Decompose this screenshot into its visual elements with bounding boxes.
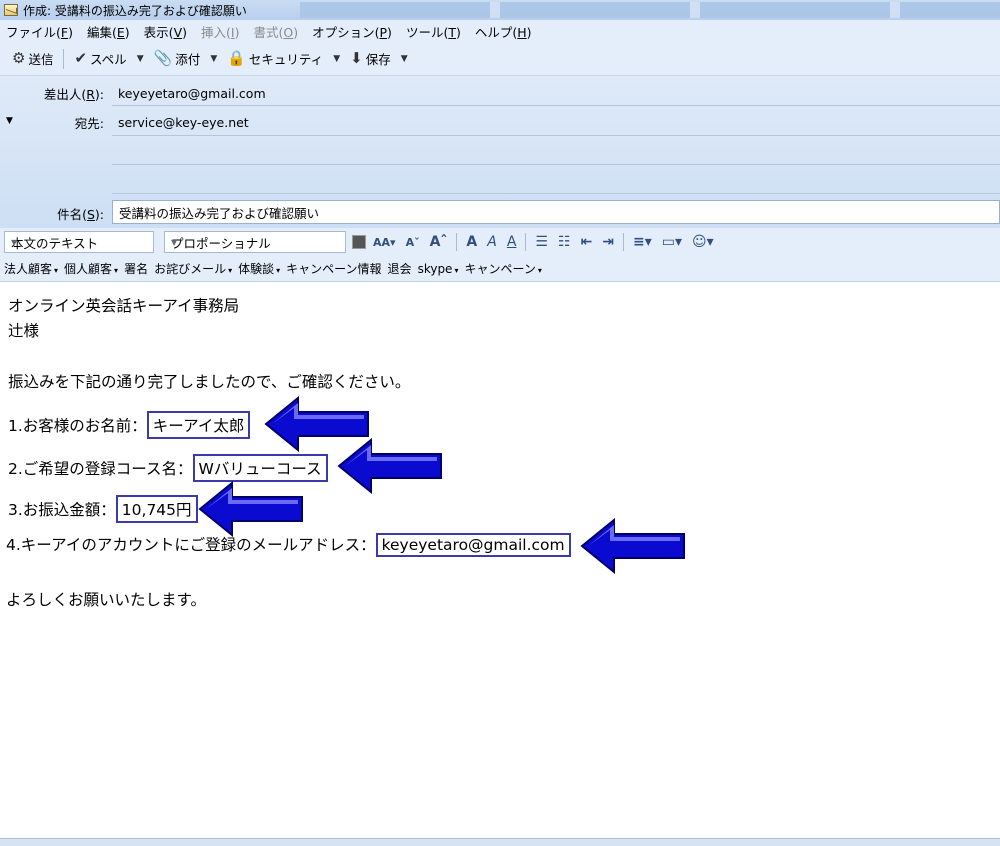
attach-dropdown-icon[interactable]: ▼ xyxy=(206,54,221,64)
send-button[interactable]: ⚙ 送信 xyxy=(6,46,59,72)
left-arrow-icon xyxy=(198,481,303,537)
italic-icon[interactable]: A xyxy=(484,235,500,249)
spell-dropdown-icon[interactable]: ▼ xyxy=(133,54,148,64)
snippet-corporate-customer[interactable]: 法人顧客 ▾ xyxy=(4,260,58,277)
font-size-icon[interactable]: AA▾ xyxy=(370,237,399,248)
bold-icon[interactable]: A xyxy=(463,235,480,249)
greeting-name: 辻様 xyxy=(8,322,40,340)
snippet-unsubscribe[interactable]: 退会 xyxy=(388,260,412,277)
title-bar: 作成: 受講料の振込み完了および確認願い xyxy=(0,0,1000,20)
highlight-box: keyeyetaro@gmail.com xyxy=(375,533,571,557)
attach-button[interactable]: 📎 添付 xyxy=(148,46,207,72)
highlight-box: キーアイ太郎 xyxy=(146,411,251,439)
chevron-down-icon: ▾ xyxy=(114,266,119,275)
lock-icon: 🔒 xyxy=(227,49,246,67)
greeting-company: オンライン英会話キーアイ事務局 xyxy=(8,297,240,315)
toolbar-separator xyxy=(63,48,65,69)
chevron-down-icon: ▾ xyxy=(54,266,59,275)
snippet-testimonial[interactable]: 体験談 ▾ xyxy=(238,260,280,277)
chevron-down-icon: ▾ xyxy=(228,266,233,275)
menu-insert[interactable]: 挿入(I) xyxy=(201,22,239,41)
menu-edit[interactable]: 編集(E) xyxy=(87,22,130,41)
menu-file[interactable]: ファイル(F) xyxy=(6,22,73,41)
chevron-down-icon: ▾ xyxy=(537,266,542,275)
format-separator xyxy=(623,233,625,251)
format-separator xyxy=(456,233,458,251)
left-arrow-icon xyxy=(580,518,685,574)
status-bar xyxy=(0,838,1000,846)
compose-icon xyxy=(4,4,18,16)
left-arrow-icon xyxy=(337,438,442,494)
from-label: 差出人(R): xyxy=(43,87,104,102)
chevron-down-icon: ▼ xyxy=(171,237,178,247)
smiley-icon[interactable]: ☺▾ xyxy=(689,235,717,249)
numbered-list-icon[interactable]: ☷ xyxy=(555,235,574,249)
menu-bar: ファイル(F) 編集(E) 表示(V) 挿入(I) 書式(O) オプション(P)… xyxy=(0,20,1000,42)
menu-help[interactable]: ヘルプ(H) xyxy=(475,22,532,41)
align-icon[interactable]: ≡▾ xyxy=(630,235,655,249)
send-icon: ⚙ xyxy=(12,49,26,67)
security-dropdown-icon[interactable]: ▼ xyxy=(329,54,344,64)
message-body[interactable]: オンライン英会話キーアイ事務局 辻様 振込みを下記の通り完了しましたので、ご確認… xyxy=(0,283,1000,838)
header-divider xyxy=(112,164,1000,165)
menu-format[interactable]: 書式(O) xyxy=(253,22,298,41)
menu-view[interactable]: 表示(V) xyxy=(144,22,187,41)
spell-button[interactable]: ✔ スペル xyxy=(68,46,132,72)
outdent-icon[interactable]: ⇤ xyxy=(578,235,596,249)
decrease-font-icon[interactable]: Aˇ xyxy=(403,237,423,248)
save-button[interactable]: ⬇ 保存 xyxy=(344,46,397,72)
paragraph-style-select[interactable]: 本文のテキスト ▼ xyxy=(4,231,154,253)
header-divider xyxy=(112,135,1000,136)
background-windows xyxy=(300,2,1000,18)
save-dropdown-icon[interactable]: ▼ xyxy=(397,54,412,64)
from-field[interactable]: keyeyetaro@gmail.com xyxy=(110,86,266,101)
closing-text: よろしくお願いいたします。 xyxy=(6,591,206,609)
item-course: 2.ご希望の登録コース名： Wバリューコース xyxy=(8,454,328,482)
snippet-campaign-info[interactable]: キャンペーン情報 xyxy=(286,260,381,277)
increase-font-icon[interactable]: Aˆ xyxy=(427,235,451,249)
underline-icon[interactable]: A xyxy=(504,235,520,249)
format-toolbar: 本文のテキスト ▼ プロポーショナル ▼ AA▾ Aˇ Aˆ A A A ☰ ☷… xyxy=(0,228,1000,256)
message-headers: 差出人(R): keyeyetaro@gmail.com ▼ 宛先: servi… xyxy=(0,76,1000,228)
item-name: 1.お客様のお名前： キーアイ太郎 xyxy=(8,411,251,439)
item-amount: 3.お振込金額： 10,745円 xyxy=(8,495,198,523)
bullet-list-icon[interactable]: ☰ xyxy=(532,235,551,249)
header-divider xyxy=(112,193,1000,194)
intro-text: 振込みを下記の通り完了しましたので、ご確認ください。 xyxy=(8,373,411,391)
compose-toolbar: ⚙ 送信 ✔ スペル ▼ 📎 添付 ▼ 🔒 セキュリティ ▼ ⬇ 保存 ▼ xyxy=(0,42,1000,76)
subject-input[interactable]: 受講料の振込み完了および確認願い xyxy=(112,200,1000,224)
chevron-down-icon: ▼ xyxy=(11,237,18,247)
security-button[interactable]: 🔒 セキュリティ xyxy=(221,46,329,72)
chevron-down-icon: ▾ xyxy=(276,266,281,275)
format-separator xyxy=(525,233,527,251)
highlight-box: 10,745円 xyxy=(115,495,198,523)
snippet-apology-mail[interactable]: お詫びメール ▾ xyxy=(154,260,232,277)
snippet-skype[interactable]: skype ▾ xyxy=(418,262,459,276)
highlight-box: Wバリューコース xyxy=(192,454,328,482)
subject-label: 件名(S): xyxy=(57,207,104,222)
to-label[interactable]: 宛先: xyxy=(0,113,110,132)
indent-icon[interactable]: ⇥ xyxy=(599,235,617,249)
insert-image-icon[interactable]: ▭▾ xyxy=(659,235,685,249)
header-divider xyxy=(112,105,1000,106)
snippet-individual-customer[interactable]: 個人顧客 ▾ xyxy=(64,260,118,277)
menu-tools[interactable]: ツール(T) xyxy=(406,22,461,41)
snippet-bar: 法人顧客 ▾ 個人顧客 ▾ 署名 お詫びメール ▾ 体験談 ▾ キャンペーン情報 退会 … xyxy=(0,256,1000,282)
snippet-campaign[interactable]: キャンペーン ▾ xyxy=(464,260,541,277)
to-field[interactable]: service@key-eye.net xyxy=(110,115,249,130)
text-color-icon[interactable] xyxy=(352,235,366,249)
paperclip-icon: 📎 xyxy=(153,49,173,67)
font-select[interactable]: プロポーショナル ▼ xyxy=(164,231,346,253)
checkmark-icon: ✔ xyxy=(74,49,88,67)
menu-options[interactable]: オプション(P) xyxy=(312,22,392,41)
window-title: 作成: 受講料の振込み完了および確認願い xyxy=(23,3,247,18)
from-row: 差出人(R): keyeyetaro@gmail.com xyxy=(0,84,1000,103)
chevron-down-icon: ▾ xyxy=(454,265,459,275)
snippet-signature[interactable]: 署名 xyxy=(124,260,148,277)
to-row: 宛先: service@key-eye.net xyxy=(0,113,1000,132)
download-arrow-icon: ⬇ xyxy=(350,49,363,67)
